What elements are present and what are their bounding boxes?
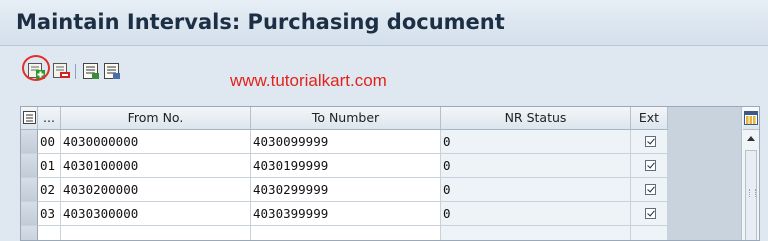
ext-checkbox[interactable]	[644, 160, 656, 171]
table-row: 01 4030100000 4030199999 0	[21, 154, 668, 178]
column-header-no[interactable]: ...	[38, 107, 61, 130]
vertical-scrollbar[interactable]	[741, 107, 760, 240]
column-header-to[interactable]: To Number	[251, 107, 441, 130]
row-number: 00	[38, 130, 61, 154]
table-settings-button[interactable]	[21, 107, 38, 130]
table-row: 03 4030300000 4030399999 0	[21, 202, 668, 226]
row-selector[interactable]	[21, 130, 38, 154]
highlight-circle	[22, 55, 50, 81]
nr-status-field[interactable]: 0	[441, 130, 631, 154]
title-bar: Maintain Intervals: Purchasing document	[0, 0, 768, 46]
column-layout-button[interactable]	[743, 107, 759, 130]
nr-status-field[interactable]: 0	[441, 154, 631, 178]
nr-status-field[interactable]: 0	[441, 178, 631, 202]
column-header-ext[interactable]: Ext	[631, 107, 668, 130]
delete-interval-icon	[53, 63, 70, 78]
table-row: 00 4030000000 4030099999 0	[21, 130, 668, 154]
column-header-from[interactable]: From No.	[61, 107, 251, 130]
ext-checkbox[interactable]	[644, 208, 656, 219]
ext-cell	[631, 130, 668, 154]
to-number-field[interactable]: 4030099999	[251, 130, 441, 154]
table-row-empty	[21, 226, 668, 240]
ext-cell	[631, 202, 668, 226]
scroll-up-arrow-icon[interactable]	[742, 134, 760, 144]
ext-cell	[631, 154, 668, 178]
toolbar-separator	[75, 64, 76, 79]
row-selector[interactable]	[21, 154, 38, 178]
display-button[interactable]	[103, 62, 123, 80]
scroll-grip-icon	[749, 189, 756, 197]
display-icon	[104, 63, 120, 79]
ext-checkbox[interactable]	[644, 184, 656, 195]
column-header-status[interactable]: NR Status	[441, 107, 631, 130]
row-number: 01	[38, 154, 61, 178]
ext-cell	[631, 178, 668, 202]
from-number-field[interactable]: 4030300000	[61, 202, 251, 226]
from-number-field[interactable]: 4030000000	[61, 130, 251, 154]
row-number: 03	[38, 202, 61, 226]
column-layout-icon	[744, 111, 758, 125]
row-selector[interactable]	[21, 202, 38, 226]
scrollbar-thumb[interactable]	[745, 150, 757, 240]
table-empty-area	[668, 107, 740, 240]
nr-status-field[interactable]: 0	[441, 202, 631, 226]
delete-interval-button[interactable]	[52, 62, 72, 80]
row-number: 02	[38, 178, 61, 202]
from-number-field[interactable]: 4030200000	[61, 178, 251, 202]
row-selector[interactable]	[21, 178, 38, 202]
change-status-icon	[83, 63, 99, 79]
table-settings-icon	[23, 111, 36, 124]
to-number-field[interactable]: 4030299999	[251, 178, 441, 202]
row-selector[interactable]	[21, 226, 38, 240]
ext-checkbox[interactable]	[644, 136, 656, 147]
page-title: Maintain Intervals: Purchasing document	[16, 10, 505, 34]
change-status-button[interactable]	[82, 62, 102, 80]
to-number-field[interactable]: 4030399999	[251, 202, 441, 226]
to-number-field[interactable]: 4030199999	[251, 154, 441, 178]
intervals-table: ... From No. To Number NR Status Ext 00 …	[20, 106, 760, 241]
watermark-text: www.tutorialkart.com	[230, 71, 387, 90]
from-number-field[interactable]: 4030100000	[61, 154, 251, 178]
table-row: 02 4030200000 4030299999 0	[21, 178, 668, 202]
